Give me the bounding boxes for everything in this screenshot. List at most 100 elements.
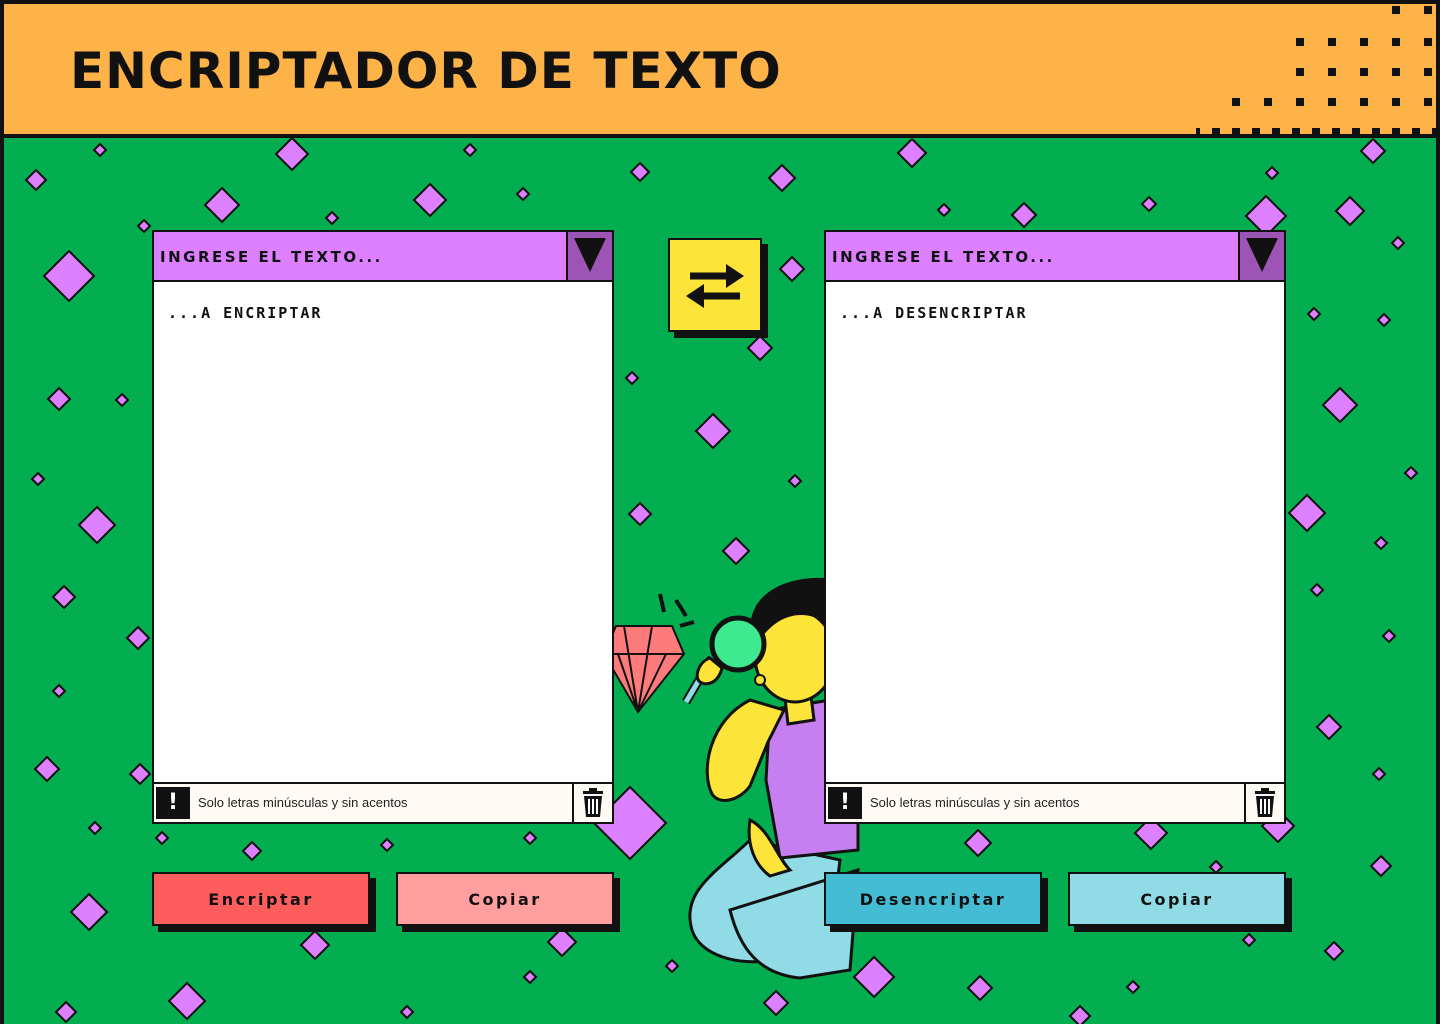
diamond-decoration bbox=[46, 386, 72, 412]
grid-dot bbox=[1412, 128, 1420, 134]
diamond-decoration bbox=[128, 762, 152, 786]
grid-dot bbox=[1264, 98, 1272, 106]
grid-dot bbox=[1352, 128, 1360, 134]
grid-dot bbox=[1360, 68, 1368, 76]
dot-grid-decoration bbox=[1196, 6, 1436, 134]
trash-icon[interactable] bbox=[1244, 784, 1284, 822]
encrypt-panel-footer: ! Solo letras minúsculas y sin acentos bbox=[154, 782, 612, 822]
swap-button[interactable] bbox=[668, 238, 762, 332]
copy-encrypted-button[interactable]: Copiar bbox=[396, 872, 614, 926]
diamond-decoration bbox=[852, 955, 896, 999]
diamond-decoration bbox=[778, 255, 806, 283]
grid-dot bbox=[1360, 98, 1368, 106]
diamond-decoration bbox=[136, 218, 152, 234]
diamond-decoration bbox=[522, 830, 538, 846]
triangle-down-icon[interactable] bbox=[1238, 232, 1284, 280]
diamond-decoration bbox=[963, 828, 993, 858]
grid-dot bbox=[1296, 38, 1304, 46]
exclamation-icon: ! bbox=[156, 787, 190, 819]
diamond-decoration bbox=[274, 136, 310, 172]
grid-dot bbox=[1424, 6, 1432, 14]
grid-dot bbox=[1196, 128, 1200, 134]
encrypt-panel-titlebar: INGRESE EL TEXTO... bbox=[154, 232, 612, 282]
diamond-decoration bbox=[1403, 465, 1419, 481]
grid-dot bbox=[1296, 98, 1304, 106]
grid-dot bbox=[1328, 68, 1336, 76]
diamond-decoration bbox=[125, 625, 151, 651]
grid-dot bbox=[1328, 98, 1336, 106]
grid-dot bbox=[1332, 128, 1340, 134]
diamond-decoration bbox=[33, 755, 61, 783]
trash-icon[interactable] bbox=[572, 784, 612, 822]
diamond-decoration bbox=[462, 142, 478, 158]
diamond-decoration bbox=[746, 334, 774, 362]
diamond-decoration bbox=[299, 929, 331, 961]
diamond-decoration bbox=[203, 186, 241, 224]
diamond-decoration bbox=[1306, 306, 1322, 322]
diamond-decoration bbox=[1381, 628, 1397, 644]
diamond-decoration bbox=[1125, 979, 1141, 995]
diamond-decoration bbox=[546, 926, 578, 958]
diamond-decoration bbox=[87, 820, 103, 836]
grid-dot bbox=[1424, 68, 1432, 76]
grid-dot bbox=[1232, 128, 1240, 134]
grid-dot bbox=[1424, 38, 1432, 46]
diamond-decoration bbox=[1241, 932, 1257, 948]
encrypt-panel: INGRESE EL TEXTO... ! Solo letras minúsc… bbox=[152, 230, 614, 824]
decrypt-panel-titlebar: INGRESE EL TEXTO... bbox=[826, 232, 1284, 282]
grid-dot bbox=[1392, 128, 1400, 134]
diamond-decoration bbox=[1373, 535, 1389, 551]
triangle-down-icon[interactable] bbox=[566, 232, 612, 280]
diamond-decoration bbox=[624, 370, 640, 386]
diamond-decoration bbox=[1140, 195, 1158, 213]
grid-dot bbox=[1312, 128, 1320, 134]
diamond-decoration bbox=[1376, 312, 1392, 328]
diamond-decoration bbox=[54, 1000, 78, 1024]
diamond-decoration bbox=[629, 161, 651, 183]
diamond-decoration bbox=[966, 974, 994, 1002]
person-with-magnifier-illustration bbox=[602, 572, 860, 980]
diamond-decoration bbox=[412, 182, 448, 218]
diamond-decoration bbox=[324, 210, 340, 226]
app-header: ENCRIPTADOR DE TEXTO bbox=[0, 0, 1440, 138]
decrypt-input[interactable] bbox=[826, 282, 1284, 782]
diamond-decoration bbox=[896, 137, 928, 169]
copy-decrypted-button[interactable]: Copiar bbox=[1068, 872, 1286, 926]
grid-dot bbox=[1360, 38, 1368, 46]
diamond-decoration bbox=[51, 683, 67, 699]
page-title: ENCRIPTADOR DE TEXTO bbox=[70, 42, 782, 100]
diamond-decoration bbox=[694, 412, 732, 450]
grid-dot bbox=[1296, 68, 1304, 76]
decrypt-panel: INGRESE EL TEXTO... ! Solo letras minúsc… bbox=[824, 230, 1286, 824]
diamond-decoration bbox=[1334, 195, 1366, 227]
diamond-decoration bbox=[762, 989, 790, 1017]
grid-dot bbox=[1392, 98, 1400, 106]
diamond-decoration bbox=[1068, 1004, 1092, 1024]
diamond-decoration bbox=[154, 830, 170, 846]
encrypt-button[interactable]: Encriptar bbox=[152, 872, 370, 926]
grid-dot bbox=[1392, 68, 1400, 76]
decrypt-button[interactable]: Desencriptar bbox=[824, 872, 1042, 926]
swap-arrows-icon bbox=[686, 264, 744, 308]
diamond-decoration bbox=[69, 892, 109, 932]
diamond-decoration bbox=[515, 186, 531, 202]
diamond-decoration bbox=[627, 501, 653, 527]
encrypt-input[interactable] bbox=[154, 282, 612, 782]
grid-dot bbox=[1392, 6, 1400, 14]
grid-dot bbox=[1252, 128, 1260, 134]
diamond-decoration bbox=[767, 163, 797, 193]
decrypt-panel-title: INGRESE EL TEXTO... bbox=[832, 248, 1055, 266]
decrypt-panel-footer: ! Solo letras minúsculas y sin acentos bbox=[826, 782, 1284, 822]
grid-dot bbox=[1328, 38, 1336, 46]
diamond-decoration bbox=[1371, 766, 1387, 782]
grid-dot bbox=[1212, 128, 1220, 134]
diamond-decoration bbox=[30, 471, 46, 487]
grid-dot bbox=[1232, 98, 1240, 106]
diamond-decoration bbox=[936, 202, 952, 218]
grid-dot bbox=[1392, 38, 1400, 46]
grid-dot bbox=[1372, 128, 1380, 134]
diamond-decoration bbox=[51, 584, 77, 610]
diamond-decoration bbox=[241, 840, 263, 862]
diamond-decoration bbox=[522, 969, 538, 985]
grid-dot bbox=[1424, 98, 1432, 106]
